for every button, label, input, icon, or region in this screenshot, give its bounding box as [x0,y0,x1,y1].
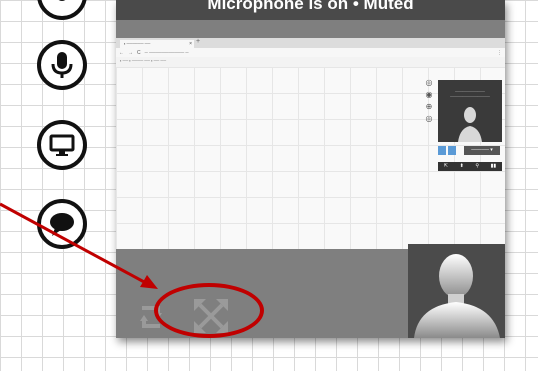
pointer-arrow-icon [0,202,158,289]
